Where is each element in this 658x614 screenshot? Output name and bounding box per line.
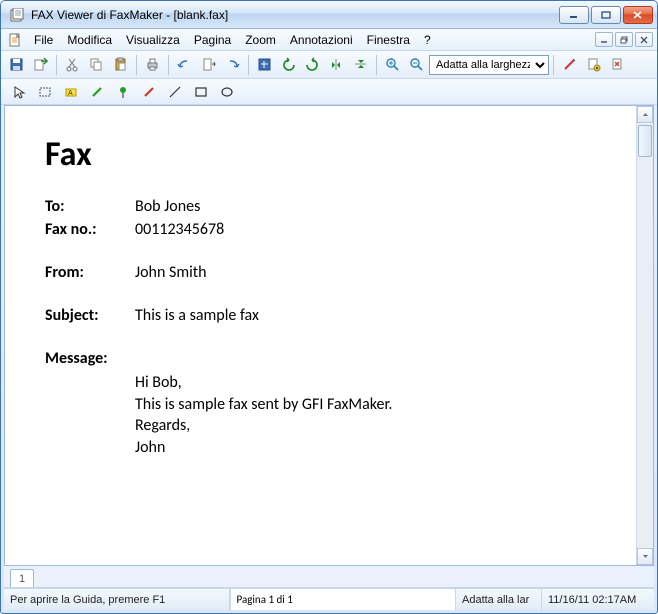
zoom-select[interactable]: Adatta alla larghezza (429, 55, 549, 75)
status-page: Pagina 1 di 1 (230, 589, 457, 610)
status-zoom: Adatta alla lar (456, 589, 542, 610)
titlebar: FAX Viewer di FaxMaker - [blank.fax] (1, 1, 657, 29)
menu-file[interactable]: File (27, 31, 60, 49)
close-button[interactable] (623, 6, 653, 24)
toolbar-separator (553, 55, 554, 75)
annotate-lock-button[interactable] (582, 54, 605, 76)
fax-heading: Fax (45, 134, 596, 175)
menu-visualizza[interactable]: Visualizza (119, 31, 187, 49)
mdi-close-button[interactable] (635, 32, 653, 47)
statusbar: Per aprire la Guida, premere F1 Pagina 1… (4, 588, 654, 610)
rect-tool[interactable] (189, 81, 212, 103)
menu-zoom[interactable]: Zoom (238, 31, 283, 49)
window-title: FAX Viewer di FaxMaker - [blank.fax] (29, 8, 557, 22)
page-tabstrip: 1 (4, 566, 654, 588)
label-faxno: Fax no.: (45, 220, 135, 239)
flip-vertical-button[interactable] (349, 54, 372, 76)
mdi-minimize-button[interactable] (595, 32, 613, 47)
annotate-pencil-button[interactable] (558, 54, 581, 76)
menu-help[interactable]: ? (417, 31, 438, 49)
status-help: Per aprire la Guida, premere F1 (4, 589, 230, 610)
page-tab-1[interactable]: 1 (10, 569, 34, 587)
label-to: To: (45, 197, 135, 216)
paste-button[interactable] (109, 54, 132, 76)
page-nav-button[interactable] (197, 54, 220, 76)
export-button[interactable] (29, 54, 52, 76)
svg-text:A: A (68, 90, 73, 97)
message-line: Regards, (135, 415, 596, 437)
highlight-tool[interactable]: A (59, 81, 82, 103)
ellipse-tool[interactable] (215, 81, 238, 103)
undo-button[interactable] (173, 54, 196, 76)
selection-tool[interactable] (33, 81, 56, 103)
menu-modifica[interactable]: Modifica (60, 31, 119, 49)
scroll-up-button[interactable] (637, 106, 653, 123)
menu-annotazioni[interactable]: Annotazioni (283, 31, 360, 49)
value-to: Bob Jones (135, 197, 596, 216)
minimize-button[interactable] (559, 6, 589, 24)
zoom-out-button[interactable] (405, 54, 428, 76)
fax-page: Fax To: Bob Jones Fax no.: 00112345678 F… (5, 106, 636, 565)
redo-button[interactable] (221, 54, 244, 76)
toolbar-separator (168, 55, 169, 75)
draw-green-tool[interactable] (85, 81, 108, 103)
rotate-left-button[interactable] (277, 54, 300, 76)
save-button[interactable] (5, 54, 28, 76)
pointer-tool[interactable] (7, 81, 30, 103)
mdi-restore-button[interactable] (615, 32, 633, 47)
copy-button[interactable] (85, 54, 108, 76)
toolbar-separator (136, 55, 137, 75)
fit-page-button[interactable] (253, 54, 276, 76)
menu-pagina[interactable]: Pagina (187, 31, 238, 49)
maximize-button[interactable] (591, 6, 621, 24)
toolbar-separator (248, 55, 249, 75)
message-body: Hi Bob, This is sample fax sent by GFI F… (135, 372, 596, 458)
viewport[interactable]: Fax To: Bob Jones Fax no.: 00112345678 F… (5, 106, 653, 565)
document-icon (7, 32, 23, 48)
toolbar-separator (376, 55, 377, 75)
toolbar-separator (56, 55, 57, 75)
scroll-down-button[interactable] (637, 548, 653, 565)
label-subject: Subject: (45, 306, 135, 325)
menu-finestra[interactable]: Finestra (360, 31, 417, 49)
flip-horizontal-button[interactable] (325, 54, 348, 76)
annotate-stamp-button[interactable] (606, 54, 629, 76)
app-icon (9, 7, 25, 23)
value-from: John Smith (135, 263, 596, 282)
status-datetime: 11/16/11 02:17AM (542, 589, 654, 610)
annotation-toolbar: A (1, 79, 657, 105)
main-toolbar: Adatta alla larghezza (1, 51, 657, 79)
menubar: File Modifica Visualizza Pagina Zoom Ann… (1, 29, 657, 51)
message-line: This is sample fax sent by GFI FaxMaker. (135, 394, 596, 416)
value-faxno: 00112345678 (135, 220, 596, 239)
rotate-right-button[interactable] (301, 54, 324, 76)
zoom-in-button[interactable] (381, 54, 404, 76)
vertical-scrollbar[interactable] (636, 106, 653, 565)
scroll-track[interactable] (637, 123, 653, 548)
print-button[interactable] (141, 54, 164, 76)
line-tool[interactable] (163, 81, 186, 103)
draw-red-tool[interactable] (137, 81, 160, 103)
value-subject: This is a sample fax (135, 306, 596, 325)
pin-tool[interactable] (111, 81, 134, 103)
scroll-thumb[interactable] (638, 125, 652, 157)
message-line: Hi Bob, (135, 372, 596, 394)
label-message: Message: (45, 349, 135, 368)
client-area: Fax To: Bob Jones Fax no.: 00112345678 F… (4, 105, 654, 566)
mdi-controls (593, 32, 653, 47)
label-from: From: (45, 263, 135, 282)
message-line: John (135, 437, 596, 459)
cut-button[interactable] (61, 54, 84, 76)
app-window: FAX Viewer di FaxMaker - [blank.fax] Fil… (0, 0, 658, 614)
